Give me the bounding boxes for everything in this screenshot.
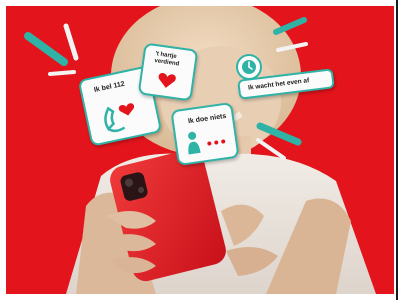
card-label-call-112: Ik bel 112: [93, 80, 126, 94]
image-frame: Ik bel 112 't hartje verdiend Ik doe nie…: [0, 0, 404, 300]
heart-icon: [158, 73, 176, 88]
card-label-do-nothing: Ik doe niets: [187, 112, 227, 126]
image-border: [396, 0, 398, 300]
phone-heart-icon: [104, 103, 135, 133]
clock-icon: [242, 60, 256, 74]
photo-scene: Ik bel 112 't hartje verdiend Ik doe nie…: [6, 6, 394, 294]
clock-badge: [236, 54, 262, 80]
option-card-heart: 't hartje verdiend: [137, 42, 199, 102]
option-card-do-nothing: Ik doe niets: [170, 101, 240, 167]
card-label-heart: 't hartje verdiend: [153, 51, 180, 68]
card-label-wait: Ik wacht het even af: [247, 77, 310, 92]
person-dots-icon: [188, 131, 226, 155]
